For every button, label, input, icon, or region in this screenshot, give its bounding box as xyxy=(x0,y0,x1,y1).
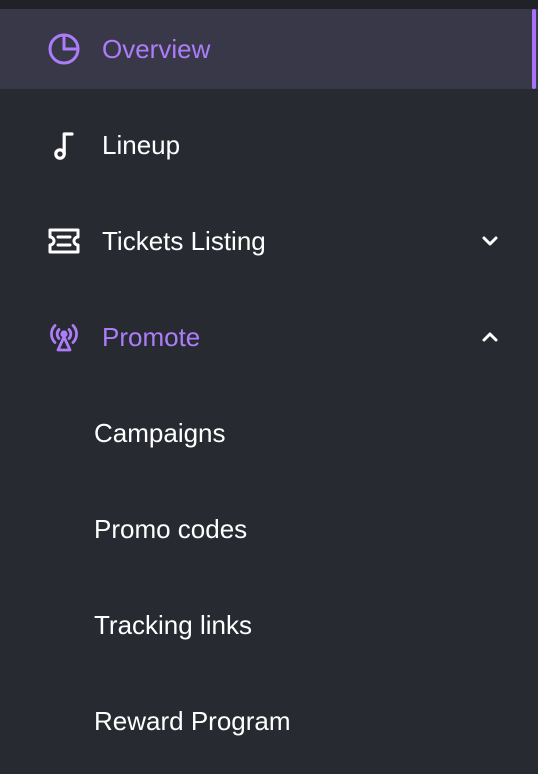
nav-label-lineup: Lineup xyxy=(102,130,181,160)
subnav-item-tracking-links[interactable]: Tracking links xyxy=(0,585,538,665)
nav-item-tickets-listing[interactable]: Tickets Listing xyxy=(0,201,538,281)
nav-item-overview[interactable]: Overview xyxy=(0,9,538,89)
subnav-label-reward-program: Reward Program xyxy=(94,706,291,736)
top-divider xyxy=(0,0,538,9)
chevron-up-icon[interactable] xyxy=(478,325,502,349)
subnav-label-tracking-links: Tracking links xyxy=(94,610,252,640)
broadcast-icon xyxy=(46,319,82,355)
ticket-icon xyxy=(46,223,82,259)
sidebar-nav: Overview Lineup Tickets Listing Promote … xyxy=(0,0,538,774)
music-note-icon xyxy=(46,127,82,163)
subnav-item-reward-program[interactable]: Reward Program xyxy=(0,681,538,761)
nav-item-promote[interactable]: Promote xyxy=(0,297,538,377)
nav-label-tickets-listing: Tickets Listing xyxy=(102,226,266,256)
nav-item-lineup[interactable]: Lineup xyxy=(0,105,538,185)
nav-label-promote: Promote xyxy=(102,322,201,352)
pie-chart-icon xyxy=(46,31,82,67)
chevron-down-icon[interactable] xyxy=(478,229,502,253)
active-indicator xyxy=(532,9,536,89)
subnav-item-promo-codes[interactable]: Promo codes xyxy=(0,489,538,569)
subnav-label-campaigns: Campaigns xyxy=(94,418,226,448)
nav-label-overview: Overview xyxy=(102,34,211,64)
subnav-label-promo-codes: Promo codes xyxy=(94,514,248,544)
subnav-item-campaigns[interactable]: Campaigns xyxy=(0,393,538,473)
